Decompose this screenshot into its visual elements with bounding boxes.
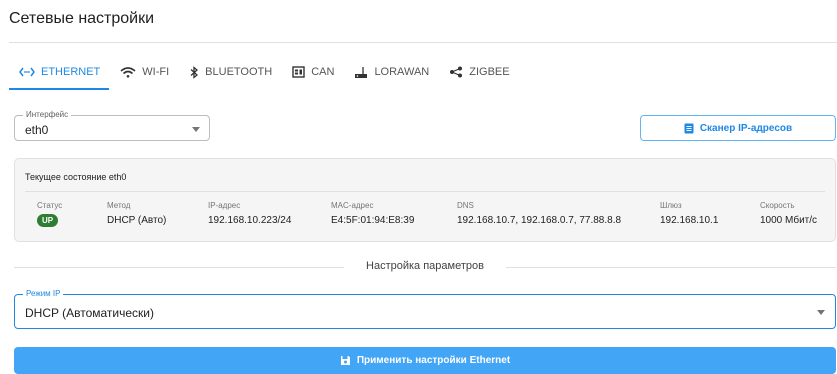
ip-scanner-button-label: Сканер IP-адресов bbox=[699, 122, 793, 134]
ip-mode-value: DHCP (Автоматически) bbox=[25, 306, 154, 320]
active-tab-indicator bbox=[9, 88, 109, 90]
router-icon bbox=[355, 66, 368, 78]
bluetooth-icon bbox=[190, 65, 199, 79]
method-label: Метод bbox=[107, 201, 131, 210]
speed-value: 1000 Мбит/с bbox=[760, 215, 818, 226]
speed-label: Скорость bbox=[760, 201, 795, 210]
interface-select-value: eth0 bbox=[25, 123, 49, 137]
apply-ethernet-button-label: Применить настройки Ethernet bbox=[356, 355, 511, 366]
tab-ethernet-label: Ethernet bbox=[41, 66, 101, 78]
tab-bluetooth[interactable]: Bluetooth bbox=[179, 54, 282, 90]
ip-mode-select[interactable]: Режим IP DHCP (Автоматически) bbox=[14, 289, 836, 329]
settings-divider: Настройка параметров bbox=[14, 260, 836, 274]
title-divider bbox=[9, 42, 837, 43]
ip-label: IP-адрес bbox=[208, 201, 241, 210]
status-column: Статус UP bbox=[37, 201, 62, 228]
network-tabs: Ethernet Wi-Fi Bluetooth CAN LoRaWAN bbox=[9, 54, 837, 90]
tab-wifi-label: Wi-Fi bbox=[142, 66, 170, 78]
interface-status-card: Текущее состояние eth0 Статус UP Метод D… bbox=[14, 158, 836, 242]
wifi-icon bbox=[120, 66, 136, 78]
method-value: DHCP (Авто) bbox=[107, 215, 167, 226]
tab-bluetooth-label: Bluetooth bbox=[205, 66, 273, 78]
ip-column: IP-адрес 192.168.10.223/24 bbox=[208, 201, 291, 226]
divider-line-right bbox=[506, 267, 836, 268]
status-card-divider bbox=[25, 191, 825, 192]
tab-lorawan[interactable]: LoRaWAN bbox=[344, 54, 439, 90]
speed-column: Скорость 1000 Мбит/с bbox=[760, 201, 817, 226]
page-title: Сетевые настройки bbox=[9, 10, 155, 27]
gateway-value: 192.168.10.1 bbox=[660, 215, 719, 226]
status-label: Статус bbox=[37, 201, 63, 210]
can-bus-icon bbox=[292, 66, 305, 78]
ethernet-icon bbox=[19, 67, 35, 77]
tab-can[interactable]: CAN bbox=[282, 54, 344, 90]
list-icon bbox=[684, 123, 694, 133]
tab-can-label: CAN bbox=[311, 66, 335, 78]
ip-mode-legend: Режим IP bbox=[23, 289, 64, 299]
tab-zigbee[interactable]: Zigbee bbox=[439, 54, 519, 90]
tab-ethernet[interactable]: Ethernet bbox=[9, 54, 110, 90]
share-icon bbox=[450, 66, 463, 78]
dns-column: DNS 192.168.10.7, 192.168.0.7, 77.88.8.8 bbox=[457, 201, 621, 226]
mac-column: MAC-адрес E4:5F:01:94:E8:39 bbox=[331, 201, 414, 226]
status-card-title: Текущее состояние eth0 bbox=[25, 172, 127, 182]
mac-label: MAC-адрес bbox=[331, 201, 374, 210]
dns-label: DNS bbox=[457, 201, 474, 210]
ip-value: 192.168.10.223/24 bbox=[208, 215, 292, 226]
interface-select-legend: Интерфейс bbox=[23, 110, 72, 120]
interface-select[interactable]: Интерфейс eth0 bbox=[14, 110, 210, 141]
dns-value: 192.168.10.7, 192.168.0.7, 77.88.8.8 bbox=[457, 215, 622, 226]
gateway-column: Шлюз 192.168.10.1 bbox=[660, 201, 718, 226]
method-column: Метод DHCP (Авто) bbox=[107, 201, 166, 226]
gateway-label: Шлюз bbox=[660, 201, 682, 210]
mac-value: E4:5F:01:94:E8:39 bbox=[331, 215, 415, 226]
status-badge: UP bbox=[37, 214, 59, 227]
tab-zigbee-label: Zigbee bbox=[469, 66, 510, 78]
caret-down-icon bbox=[817, 310, 825, 315]
ip-scanner-button[interactable]: Сканер IP-адресов bbox=[640, 115, 836, 141]
caret-down-icon bbox=[192, 127, 200, 132]
save-icon bbox=[340, 356, 350, 365]
tab-wifi[interactable]: Wi-Fi bbox=[110, 54, 179, 90]
settings-divider-label: Настройка параметров bbox=[366, 260, 484, 272]
apply-ethernet-button[interactable]: Применить настройки Ethernet bbox=[14, 347, 836, 374]
tab-lorawan-label: LoRaWAN bbox=[374, 66, 430, 78]
